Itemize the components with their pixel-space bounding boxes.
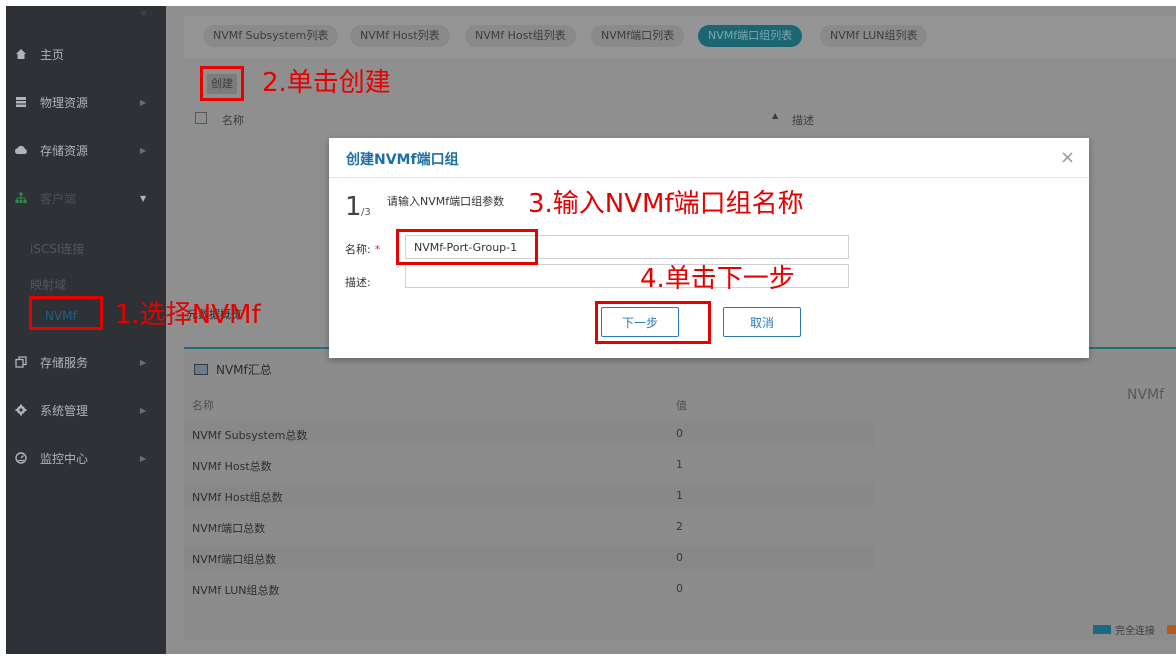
- panel-title: NVMf汇总: [216, 363, 272, 377]
- chevron-down-icon: ▼: [140, 193, 147, 203]
- select-all-checkbox[interactable]: [195, 112, 207, 124]
- sidebar-item-label: 主页: [40, 47, 65, 62]
- collapse-sidebar-icon[interactable]: «: [140, 6, 147, 20]
- table-row: [184, 545, 874, 569]
- network-icon: [14, 192, 28, 204]
- tab-nvmf-subsystem-list[interactable]: NVMf Subsystem列表: [203, 25, 339, 47]
- required-mark: *: [374, 243, 381, 256]
- sidebar-item-system-management[interactable]: 系统管理 ▶: [0, 398, 160, 422]
- stat-value: 1: [676, 458, 683, 471]
- sidebar-subitem-mapping-domain[interactable]: 映射域: [30, 276, 66, 293]
- tab-nvmf-lun-group-list[interactable]: NVMf LUN组列表: [820, 25, 928, 47]
- name-field-label: 名称: *: [345, 241, 380, 257]
- stat-label: NVMf Host组总数: [192, 491, 283, 504]
- desc-field-label: 描述:: [345, 276, 371, 289]
- stat-label: NVMf LUN组总数: [192, 584, 280, 597]
- sidebar-item-label: 系统管理: [40, 403, 89, 418]
- sidebar-item-label: 物理资源: [40, 95, 89, 110]
- cancel-button[interactable]: 取消: [723, 307, 801, 337]
- column-desc-header[interactable]: 描述: [792, 112, 814, 128]
- stat-value: 0: [676, 582, 683, 595]
- annotation-step-2: 2.单击创建: [262, 68, 391, 98]
- sidebar-item-storage-resources[interactable]: 存储资源 ▶: [0, 138, 160, 162]
- sidebar-item-home[interactable]: 主页: [0, 42, 160, 66]
- chevron-right-icon: ▶: [140, 357, 147, 367]
- sidebar-item-label: 存储服务: [40, 355, 89, 370]
- step-current: 1: [345, 192, 362, 222]
- annotation-step-4: 4.单击下一步: [640, 264, 795, 294]
- copy-icon: [14, 356, 28, 368]
- stat-label: NVMf Host总数: [192, 460, 272, 473]
- annotation-box-nvmf: [29, 296, 103, 330]
- sidebar-item-label: 存储资源: [40, 143, 89, 158]
- annotation-box-create: [200, 66, 244, 101]
- sidebar-item-label: 监控中心: [40, 451, 89, 466]
- stat-header-name: 名称: [192, 399, 214, 412]
- annotation-box-next: [595, 301, 711, 344]
- name-label-text: 名称:: [345, 243, 371, 256]
- cloud-icon: [14, 144, 28, 156]
- annotation-box-name: [396, 229, 538, 265]
- column-name-header[interactable]: 名称: [222, 112, 244, 128]
- legend-swatch: [1167, 625, 1176, 634]
- chevron-right-icon: ▶: [140, 97, 147, 107]
- tab-nvmf-port-group-list[interactable]: NVMf端口组列表: [698, 25, 803, 47]
- stat-value: 0: [676, 551, 683, 564]
- sidebar-subitem-iscsi[interactable]: iSCSI连接: [30, 240, 85, 257]
- home-icon: [14, 48, 28, 60]
- legend-swatch: [1093, 625, 1111, 634]
- dialog-title: 创建NVMf端口组: [346, 152, 459, 168]
- stat-value: 0: [676, 427, 683, 440]
- table-row: [184, 483, 874, 507]
- chart-title: NVMf: [1127, 387, 1165, 403]
- tab-nvmf-host-group-list[interactable]: NVMf Host组列表: [465, 25, 576, 47]
- stat-value: 2: [676, 520, 683, 533]
- sort-up-icon[interactable]: ▲: [772, 111, 778, 120]
- close-icon[interactable]: ×: [1060, 147, 1075, 168]
- gear-icon: [14, 404, 28, 416]
- sidebar-item-storage-services[interactable]: 存储服务 ▶: [0, 350, 160, 374]
- step-total: /3: [361, 207, 371, 218]
- sidebar-item-physical-resources[interactable]: 物理资源 ▶: [0, 90, 160, 114]
- sidebar-item-monitoring-center[interactable]: 监控中心 ▶: [0, 446, 160, 470]
- annotation-step-1: 1.选择NVMf: [115, 300, 261, 330]
- tab-nvmf-host-list[interactable]: NVMf Host列表: [350, 25, 450, 47]
- annotation-step-3: 3.输入NVMf端口组名称: [528, 189, 804, 219]
- stat-value: 1: [676, 489, 683, 502]
- image-icon: [194, 364, 208, 375]
- chevron-right-icon: ▶: [140, 453, 147, 463]
- sidebar-item-client[interactable]: 客户端 ▼: [0, 186, 160, 210]
- legend-label: 完全连接: [1115, 626, 1155, 637]
- chevron-right-icon: ▶: [140, 145, 147, 155]
- table-header: [184, 106, 1176, 134]
- step-description: 请输入NVMf端口组参数: [387, 195, 505, 208]
- stat-label: NVMf端口总数: [192, 522, 266, 535]
- sidebar-item-label: 客户端: [40, 191, 77, 206]
- chevron-right-icon: ▶: [140, 405, 147, 415]
- tab-nvmf-port-list[interactable]: NVMf端口列表: [591, 25, 685, 47]
- stat-label: NVMf端口组总数: [192, 553, 277, 566]
- server-icon: [14, 96, 28, 108]
- stat-header-value: 值: [676, 399, 687, 412]
- stat-label: NVMf Subsystem总数: [192, 429, 308, 442]
- monitor-icon: [14, 452, 28, 464]
